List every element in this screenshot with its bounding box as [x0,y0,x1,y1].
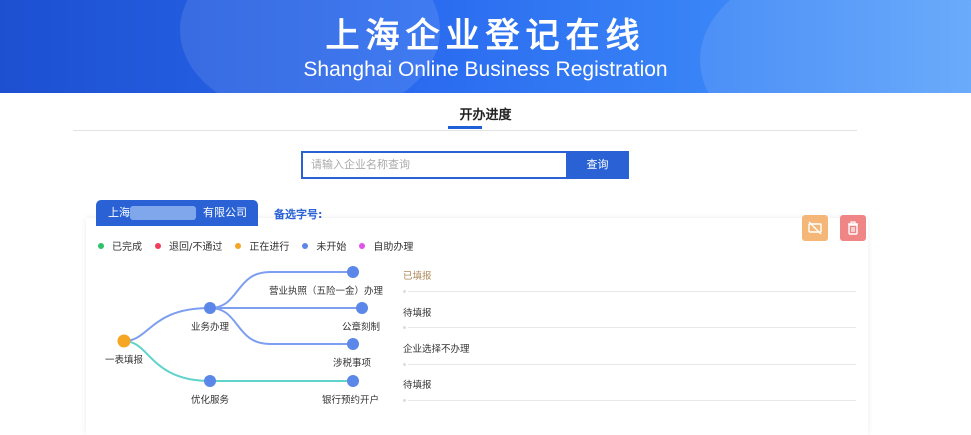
node-optimize [204,375,216,387]
node-root [117,334,131,348]
node-label-seal[interactable]: 公章刻制 [342,319,380,333]
status-tax: 企业选择不办理 [403,344,470,355]
status-divider-dot [403,399,406,402]
node-business [204,302,216,314]
status-divider-dot [403,290,406,293]
status-seal: 待填报 [403,308,432,319]
node-label-bank[interactable]: 银行预约开户 [322,392,379,406]
node-tax [347,338,359,350]
node-license [347,266,359,278]
status-divider [408,364,856,365]
status-divider [408,291,856,292]
status-bank: 待填报 [403,380,432,391]
node-seal [356,302,368,314]
node-label-optimize[interactable]: 优化服务 [191,392,229,406]
status-divider-dot [403,326,406,329]
node-label-root[interactable]: 一表填报 [105,352,143,366]
node-bank [347,375,359,387]
node-label-tax[interactable]: 涉税事项 [333,355,371,369]
status-divider [408,327,856,328]
status-divider [408,400,856,401]
status-divider-dot [403,363,406,366]
edge-business-tax [209,307,353,345]
node-label-license[interactable]: 营业执照（五险一金）办理 [269,283,383,297]
flow-tree [117,266,368,387]
status-license: 已填报 [403,271,432,282]
node-label-business[interactable]: 业务办理 [191,319,229,333]
